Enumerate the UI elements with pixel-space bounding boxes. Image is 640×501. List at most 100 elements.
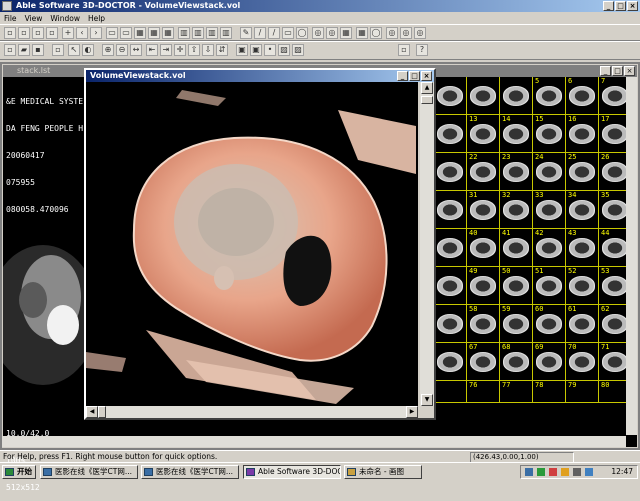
tool-icon[interactable]: ▥ bbox=[178, 27, 190, 39]
app-title-bar[interactable]: Able Software 3D-DOCTOR - VolumeViewstac… bbox=[0, 0, 640, 12]
tool-icon[interactable]: › bbox=[90, 27, 102, 39]
stack-horizontal-scrollbar[interactable] bbox=[2, 436, 626, 447]
tool-icon[interactable]: ▭ bbox=[120, 27, 132, 39]
tool-icon[interactable]: ▫ bbox=[4, 27, 16, 39]
stack-maximize-button[interactable]: □ bbox=[612, 66, 623, 76]
tool-icon[interactable]: ⇩ bbox=[202, 44, 214, 56]
horizontal-scroll-thumb[interactable] bbox=[98, 406, 106, 418]
tray-icon[interactable] bbox=[585, 468, 593, 476]
tool-icon[interactable]: ✛ bbox=[174, 44, 186, 56]
zoom-out-icon[interactable]: ⊖ bbox=[116, 44, 128, 56]
slice-thumbnail[interactable]: 77 bbox=[500, 381, 533, 403]
tool-icon[interactable]: / bbox=[254, 27, 266, 39]
slice-thumbnail[interactable] bbox=[434, 153, 467, 191]
help-icon[interactable]: ? bbox=[416, 44, 428, 56]
tool-icon[interactable]: ◎ bbox=[326, 27, 338, 39]
slice-thumbnail[interactable] bbox=[467, 77, 500, 115]
open-folder-icon[interactable]: ▰ bbox=[18, 44, 30, 56]
tool-icon[interactable]: ▭ bbox=[282, 27, 294, 39]
slice-thumbnail[interactable]: 79 bbox=[566, 381, 599, 403]
slice-thumbnail[interactable]: 50 bbox=[500, 267, 533, 305]
taskbar-item[interactable]: 未命名 - 画图 bbox=[344, 465, 422, 479]
tool-icon[interactable]: ▨ bbox=[292, 44, 304, 56]
slice-thumbnail[interactable] bbox=[500, 77, 533, 115]
volume-maximize-button[interactable]: □ bbox=[409, 71, 420, 81]
maximize-button[interactable]: □ bbox=[615, 1, 626, 11]
volume-horizontal-scrollbar[interactable]: ◀ ▶ bbox=[86, 406, 418, 418]
menu-window[interactable]: Window bbox=[46, 14, 84, 23]
slice-thumbnail[interactable]: 14 bbox=[500, 115, 533, 153]
slice-thumbnail[interactable]: 60 bbox=[533, 305, 566, 343]
close-button[interactable]: × bbox=[627, 1, 638, 11]
slice-thumbnail[interactable]: 78 bbox=[533, 381, 566, 403]
slice-thumbnail[interactable]: 16 bbox=[566, 115, 599, 153]
slice-thumbnail[interactable]: 43 bbox=[566, 229, 599, 267]
tool-icon[interactable]: ▭ bbox=[106, 27, 118, 39]
taskbar-item[interactable]: 医影在线《医学CT网... bbox=[141, 465, 239, 479]
tray-icon[interactable] bbox=[537, 468, 545, 476]
slice-thumbnail[interactable]: 61 bbox=[566, 305, 599, 343]
slice-thumbnail[interactable]: 68 bbox=[500, 343, 533, 381]
tool-icon[interactable]: ▦ bbox=[134, 27, 146, 39]
stack-close-button[interactable]: × bbox=[624, 66, 635, 76]
slice-thumbnail[interactable]: 70 bbox=[566, 343, 599, 381]
tool-icon[interactable]: • bbox=[264, 44, 276, 56]
tool-icon[interactable]: ▫ bbox=[18, 27, 30, 39]
tool-icon[interactable]: ◎ bbox=[414, 27, 426, 39]
clock[interactable]: 12:47 bbox=[611, 466, 633, 478]
tool-icon[interactable]: / bbox=[268, 27, 280, 39]
tool-icon[interactable]: + bbox=[62, 27, 74, 39]
slice-thumbnail[interactable] bbox=[434, 191, 467, 229]
tool-icon[interactable]: ▣ bbox=[250, 44, 262, 56]
menu-view[interactable]: View bbox=[21, 14, 47, 23]
volume-view-window[interactable]: VolumeViewstack.vol _ □ × ▲ ▼ ◀ ▶ bbox=[84, 68, 436, 420]
taskbar-item[interactable]: 医影在线《医学CT网... bbox=[40, 465, 138, 479]
speaker-icon[interactable] bbox=[573, 468, 581, 476]
volume-window-title-bar[interactable]: VolumeViewstack.vol _ □ × bbox=[86, 70, 434, 82]
volume-render-canvas[interactable] bbox=[86, 82, 418, 406]
volume-close-button[interactable]: × bbox=[421, 71, 432, 81]
tool-icon[interactable]: ▫ bbox=[52, 44, 64, 56]
slice-thumbnail[interactable] bbox=[434, 229, 467, 267]
tool-icon[interactable]: ▫ bbox=[398, 44, 410, 56]
slice-thumbnail[interactable]: 24 bbox=[533, 153, 566, 191]
tool-icon[interactable]: ⇥ bbox=[160, 44, 172, 56]
volume-vertical-scrollbar[interactable]: ▲ ▼ bbox=[420, 82, 434, 406]
stack-minimize-button[interactable]: _ bbox=[600, 66, 611, 76]
vertical-scroll-thumb[interactable] bbox=[421, 96, 433, 104]
tool-icon[interactable]: ⇧ bbox=[188, 44, 200, 56]
slice-thumbnail[interactable] bbox=[434, 381, 467, 403]
zoom-in-icon[interactable]: ⊕ bbox=[102, 44, 114, 56]
save-icon[interactable]: ▪ bbox=[32, 44, 44, 56]
pointer-icon[interactable]: ↖ bbox=[68, 44, 80, 56]
slice-thumbnail[interactable]: 31 bbox=[467, 191, 500, 229]
scroll-left-icon[interactable]: ◀ bbox=[86, 406, 98, 418]
slice-thumbnail[interactable]: 59 bbox=[500, 305, 533, 343]
tool-icon[interactable]: ◯ bbox=[296, 27, 308, 39]
tool-icon[interactable]: ▨ bbox=[278, 44, 290, 56]
tool-icon[interactable]: ▥ bbox=[206, 27, 218, 39]
slice-thumbnail[interactable]: 40 bbox=[467, 229, 500, 267]
slice-thumbnail[interactable]: 5 bbox=[533, 77, 566, 115]
tool-icon[interactable]: ▥ bbox=[192, 27, 204, 39]
scroll-up-icon[interactable]: ▲ bbox=[421, 82, 433, 94]
tool-icon[interactable]: ▦ bbox=[356, 27, 368, 39]
slice-thumbnail[interactable]: 13 bbox=[467, 115, 500, 153]
tool-icon[interactable]: ▫ bbox=[32, 27, 44, 39]
menu-help[interactable]: Help bbox=[84, 14, 109, 23]
stack-vertical-scrollbar[interactable] bbox=[626, 77, 637, 435]
slice-thumbnail[interactable]: 41 bbox=[500, 229, 533, 267]
tool-icon[interactable]: ▦ bbox=[340, 27, 352, 39]
contrast-icon[interactable]: ◐ bbox=[82, 44, 94, 56]
slice-thumbnail[interactable]: 51 bbox=[533, 267, 566, 305]
slice-thumbnail[interactable]: 42 bbox=[533, 229, 566, 267]
slice-thumbnail[interactable]: 34 bbox=[566, 191, 599, 229]
menu-file[interactable]: File bbox=[0, 14, 21, 23]
start-button[interactable]: 开始 bbox=[2, 465, 36, 479]
slice-thumbnail[interactable]: 32 bbox=[500, 191, 533, 229]
slice-thumbnail[interactable]: 67 bbox=[467, 343, 500, 381]
slice-thumbnail[interactable]: 49 bbox=[467, 267, 500, 305]
slice-thumbnail[interactable] bbox=[434, 305, 467, 343]
slice-thumbnail[interactable]: 25 bbox=[566, 153, 599, 191]
volume-minimize-button[interactable]: _ bbox=[397, 71, 408, 81]
